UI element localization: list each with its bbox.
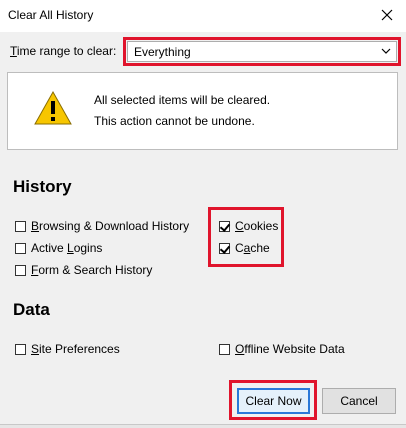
warning-text-1: All selected items will be cleared. — [94, 93, 271, 107]
checkbox-label: Form & Search History — [31, 263, 153, 277]
warning-box: All selected items will be cleared. This… — [7, 72, 398, 150]
cookies-cache-highlight — [208, 207, 284, 267]
time-range-label: Time range to clear: — [10, 44, 117, 58]
time-range-value: Everything — [134, 45, 191, 59]
checkbox-box-checked[interactable] — [219, 220, 230, 232]
checkbox-browsing-download-history[interactable]: Browsing & Download History — [15, 218, 189, 234]
checkbox-box[interactable] — [219, 343, 230, 355]
time-range-select[interactable]: Everything — [127, 41, 397, 62]
checkbox-label: Offline Website Data — [235, 342, 345, 356]
checkbox-box[interactable] — [15, 343, 26, 355]
checkbox-label: Site Preferences — [31, 342, 120, 356]
window-title: Clear All History — [8, 8, 94, 22]
title-bar: Clear All History — [0, 0, 406, 32]
checkbox-box[interactable] — [15, 264, 26, 276]
warning-text-2: This action cannot be undone. — [94, 114, 255, 128]
data-heading: Data — [13, 300, 50, 319]
clear-now-button[interactable]: Clear Now — [237, 388, 310, 414]
checkbox-site-preferences[interactable]: Site Preferences — [15, 341, 120, 357]
checkbox-label: Cache — [235, 241, 270, 255]
history-heading: History — [13, 177, 72, 196]
checkbox-cache[interactable]: Cache — [219, 240, 270, 256]
checkbox-active-logins[interactable]: Active Logins — [15, 240, 102, 256]
chevron-down-icon — [381, 48, 391, 54]
checkbox-box[interactable] — [15, 242, 26, 254]
warning-icon — [34, 91, 72, 125]
checkbox-form-search-history[interactable]: Form & Search History — [15, 262, 152, 278]
checkbox-label: Browsing & Download History — [31, 219, 190, 233]
close-icon — [381, 9, 393, 21]
checkbox-label: Cookies — [235, 219, 279, 233]
checkbox-cookies[interactable]: Cookies — [219, 218, 278, 234]
cancel-button[interactable]: Cancel — [322, 388, 396, 414]
checkbox-box[interactable] — [15, 220, 26, 232]
checkbox-box-checked[interactable] — [219, 242, 230, 254]
checkbox-offline-website-data[interactable]: Offline Website Data — [219, 341, 345, 357]
close-button[interactable] — [372, 2, 402, 28]
window-bottom-edge — [0, 424, 406, 428]
checkbox-label: Active Logins — [31, 241, 103, 255]
